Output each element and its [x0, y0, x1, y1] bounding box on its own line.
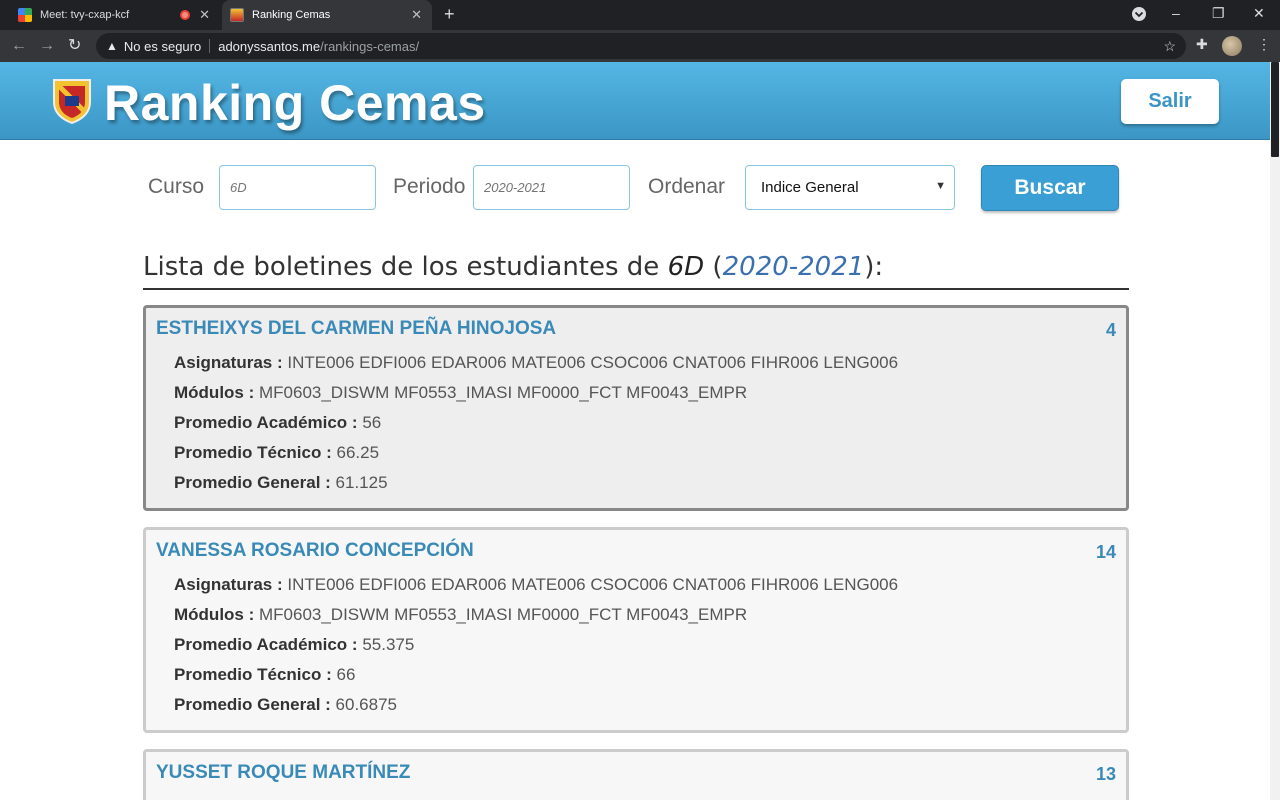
period-label: Periodo [393, 175, 466, 198]
modules-value: MF0603_DISWM MF0553_IMASI MF0000_FCT MF0… [258, 383, 748, 402]
site-header: Ranking Cemas Salir [0, 62, 1270, 140]
tab-meet[interactable]: Meet: tvy-cxap-kcf ✕ [10, 0, 220, 30]
divider [209, 39, 211, 53]
subjects-row: Asignaturas : INTE006 EDFI006 EDAR006 MA… [174, 353, 898, 373]
meet-icon [18, 8, 32, 22]
student-name: YUSSET ROQUE MARTÍNEZ [156, 762, 411, 783]
menu-icon[interactable]: ⋮ [1257, 36, 1271, 53]
list-heading-close: ): [864, 252, 884, 282]
general-average-row: Promedio General : 60.6875 [174, 695, 397, 715]
close-icon[interactable]: ✕ [199, 8, 210, 22]
field-label: Promedio General : [174, 695, 336, 714]
tab-ranking-cemas[interactable]: Ranking Cemas ✕ [222, 0, 432, 30]
field-label: Promedio Técnico : [174, 443, 337, 462]
field-label: Promedio Técnico : [174, 665, 337, 684]
profile-avatar[interactable] [1222, 36, 1242, 56]
url-path: /rankings-cemas/ [320, 38, 420, 54]
tab-search-icon[interactable] [1131, 6, 1147, 26]
course-input[interactable] [219, 165, 376, 210]
technical-average-row: Promedio Técnico : 66.25 [174, 443, 379, 463]
search-button[interactable]: Buscar [981, 165, 1119, 211]
address-bar[interactable]: ▲ No es seguro adonyssantos.me/rankings-… [96, 33, 1186, 59]
student-name: VANESSA ROSARIO CONCEPCIÓN [156, 540, 474, 561]
warning-icon: ▲ [106, 39, 118, 53]
student-rank: 4 [1105, 320, 1116, 340]
minimize-icon[interactable]: – [1172, 4, 1180, 22]
subjects-value: INTE006 EDFI006 EDAR006 MATE006 CSOC006 … [287, 353, 899, 372]
back-icon[interactable]: ← [11, 36, 27, 56]
field-label: Promedio Académico : [174, 635, 363, 654]
close-icon[interactable]: ✕ [411, 8, 422, 22]
security-label: No es seguro [123, 38, 202, 54]
reload-icon[interactable]: ↻ [68, 36, 81, 56]
recording-icon [180, 10, 190, 20]
scrollbar-thumb[interactable] [1271, 62, 1279, 157]
general-average-value: 60.6875 [335, 695, 397, 714]
field-label: Asignaturas : [174, 575, 288, 594]
technical-average-row: Promedio Técnico : 66 [174, 665, 355, 685]
academic-average-row: Promedio Académico : 56 [174, 413, 381, 433]
student-card[interactable]: ESTHEIXYS DEL CARMEN PEÑA HINOJOSA 4 Asi… [143, 305, 1129, 511]
course-label: Curso [148, 175, 205, 198]
modules-value: MF0603_DISWM MF0553_IMASI MF0000_FCT MF0… [258, 605, 748, 624]
filter-bar: Curso Periodo Ordenar Indice General ▼ B… [0, 162, 1270, 212]
academic-average-value: 55.375 [362, 635, 415, 654]
school-shield-logo-icon [53, 79, 91, 124]
academic-average-value: 56 [362, 413, 382, 432]
page-content: Ranking Cemas Salir Curso Periodo Ordena… [0, 62, 1270, 800]
browser-toolbar: ← → ↻ ▲ No es seguro adonyssantos.me/ran… [0, 30, 1280, 62]
extensions-puzzle-icon[interactable]: ✚ [1196, 36, 1208, 53]
field-label: Módulos : [174, 383, 259, 402]
window-close-icon[interactable]: ✕ [1253, 4, 1265, 22]
subjects-value: INTE006 EDFI006 EDAR006 MATE006 CSOC006 … [287, 575, 899, 594]
student-card[interactable]: YUSSET ROQUE MARTÍNEZ 13 [143, 749, 1129, 800]
subjects-row: Asignaturas : INTE006 EDFI006 EDAR006 MA… [174, 575, 898, 595]
general-average-row: Promedio General : 61.125 [174, 473, 388, 493]
technical-average-value: 66.25 [336, 443, 380, 462]
tab-title: Ranking Cemas [252, 9, 331, 21]
order-label: Ordenar [648, 175, 726, 198]
browser-tab-bar: Meet: tvy-cxap-kcf ✕ Ranking Cemas ✕ + –… [0, 0, 1280, 30]
restore-icon[interactable]: ❐ [1212, 4, 1225, 22]
field-label: Asignaturas : [174, 353, 288, 372]
order-selected-value: Indice General [761, 179, 859, 196]
shield-favicon-icon [230, 8, 244, 22]
tab-title: Meet: tvy-cxap-kcf [40, 9, 130, 21]
student-rank: 13 [1095, 764, 1116, 784]
general-average-value: 61.125 [335, 473, 388, 492]
forward-icon[interactable]: → [39, 36, 55, 56]
url-host: adonyssantos.me [218, 38, 321, 54]
student-name: ESTHEIXYS DEL CARMEN PEÑA HINOJOSA [156, 318, 557, 339]
new-tab-icon[interactable]: + [444, 4, 455, 24]
modules-row: Módulos : MF0603_DISWM MF0553_IMASI MF00… [174, 383, 747, 403]
student-rank: 14 [1095, 542, 1116, 562]
list-heading-course: 6D [667, 252, 705, 282]
chevron-down-icon: ▼ [935, 180, 946, 192]
technical-average-value: 66 [336, 665, 356, 684]
student-card[interactable]: VANESSA ROSARIO CONCEPCIÓN 14 Asignatura… [143, 527, 1129, 733]
logout-button[interactable]: Salir [1121, 79, 1219, 124]
list-heading-period: 2020-2021 [722, 252, 865, 282]
modules-row: Módulos : MF0603_DISWM MF0553_IMASI MF00… [174, 605, 747, 625]
order-select[interactable]: Indice General ▼ [745, 165, 955, 210]
list-heading-open: ( [704, 252, 723, 282]
period-input[interactable] [473, 165, 630, 210]
bookmark-star-icon[interactable]: ☆ [1163, 38, 1176, 55]
site-title: Ranking Cemas [104, 75, 486, 131]
list-heading-prefix: Lista de boletines de los estudiantes de [143, 252, 668, 282]
page-scrollbar[interactable] [1270, 62, 1280, 800]
academic-average-row: Promedio Académico : 55.375 [174, 635, 414, 655]
field-label: Promedio General : [174, 473, 336, 492]
field-label: Módulos : [174, 605, 259, 624]
field-label: Promedio Académico : [174, 413, 363, 432]
list-heading: Lista de boletines de los estudiantes de… [143, 250, 1129, 290]
